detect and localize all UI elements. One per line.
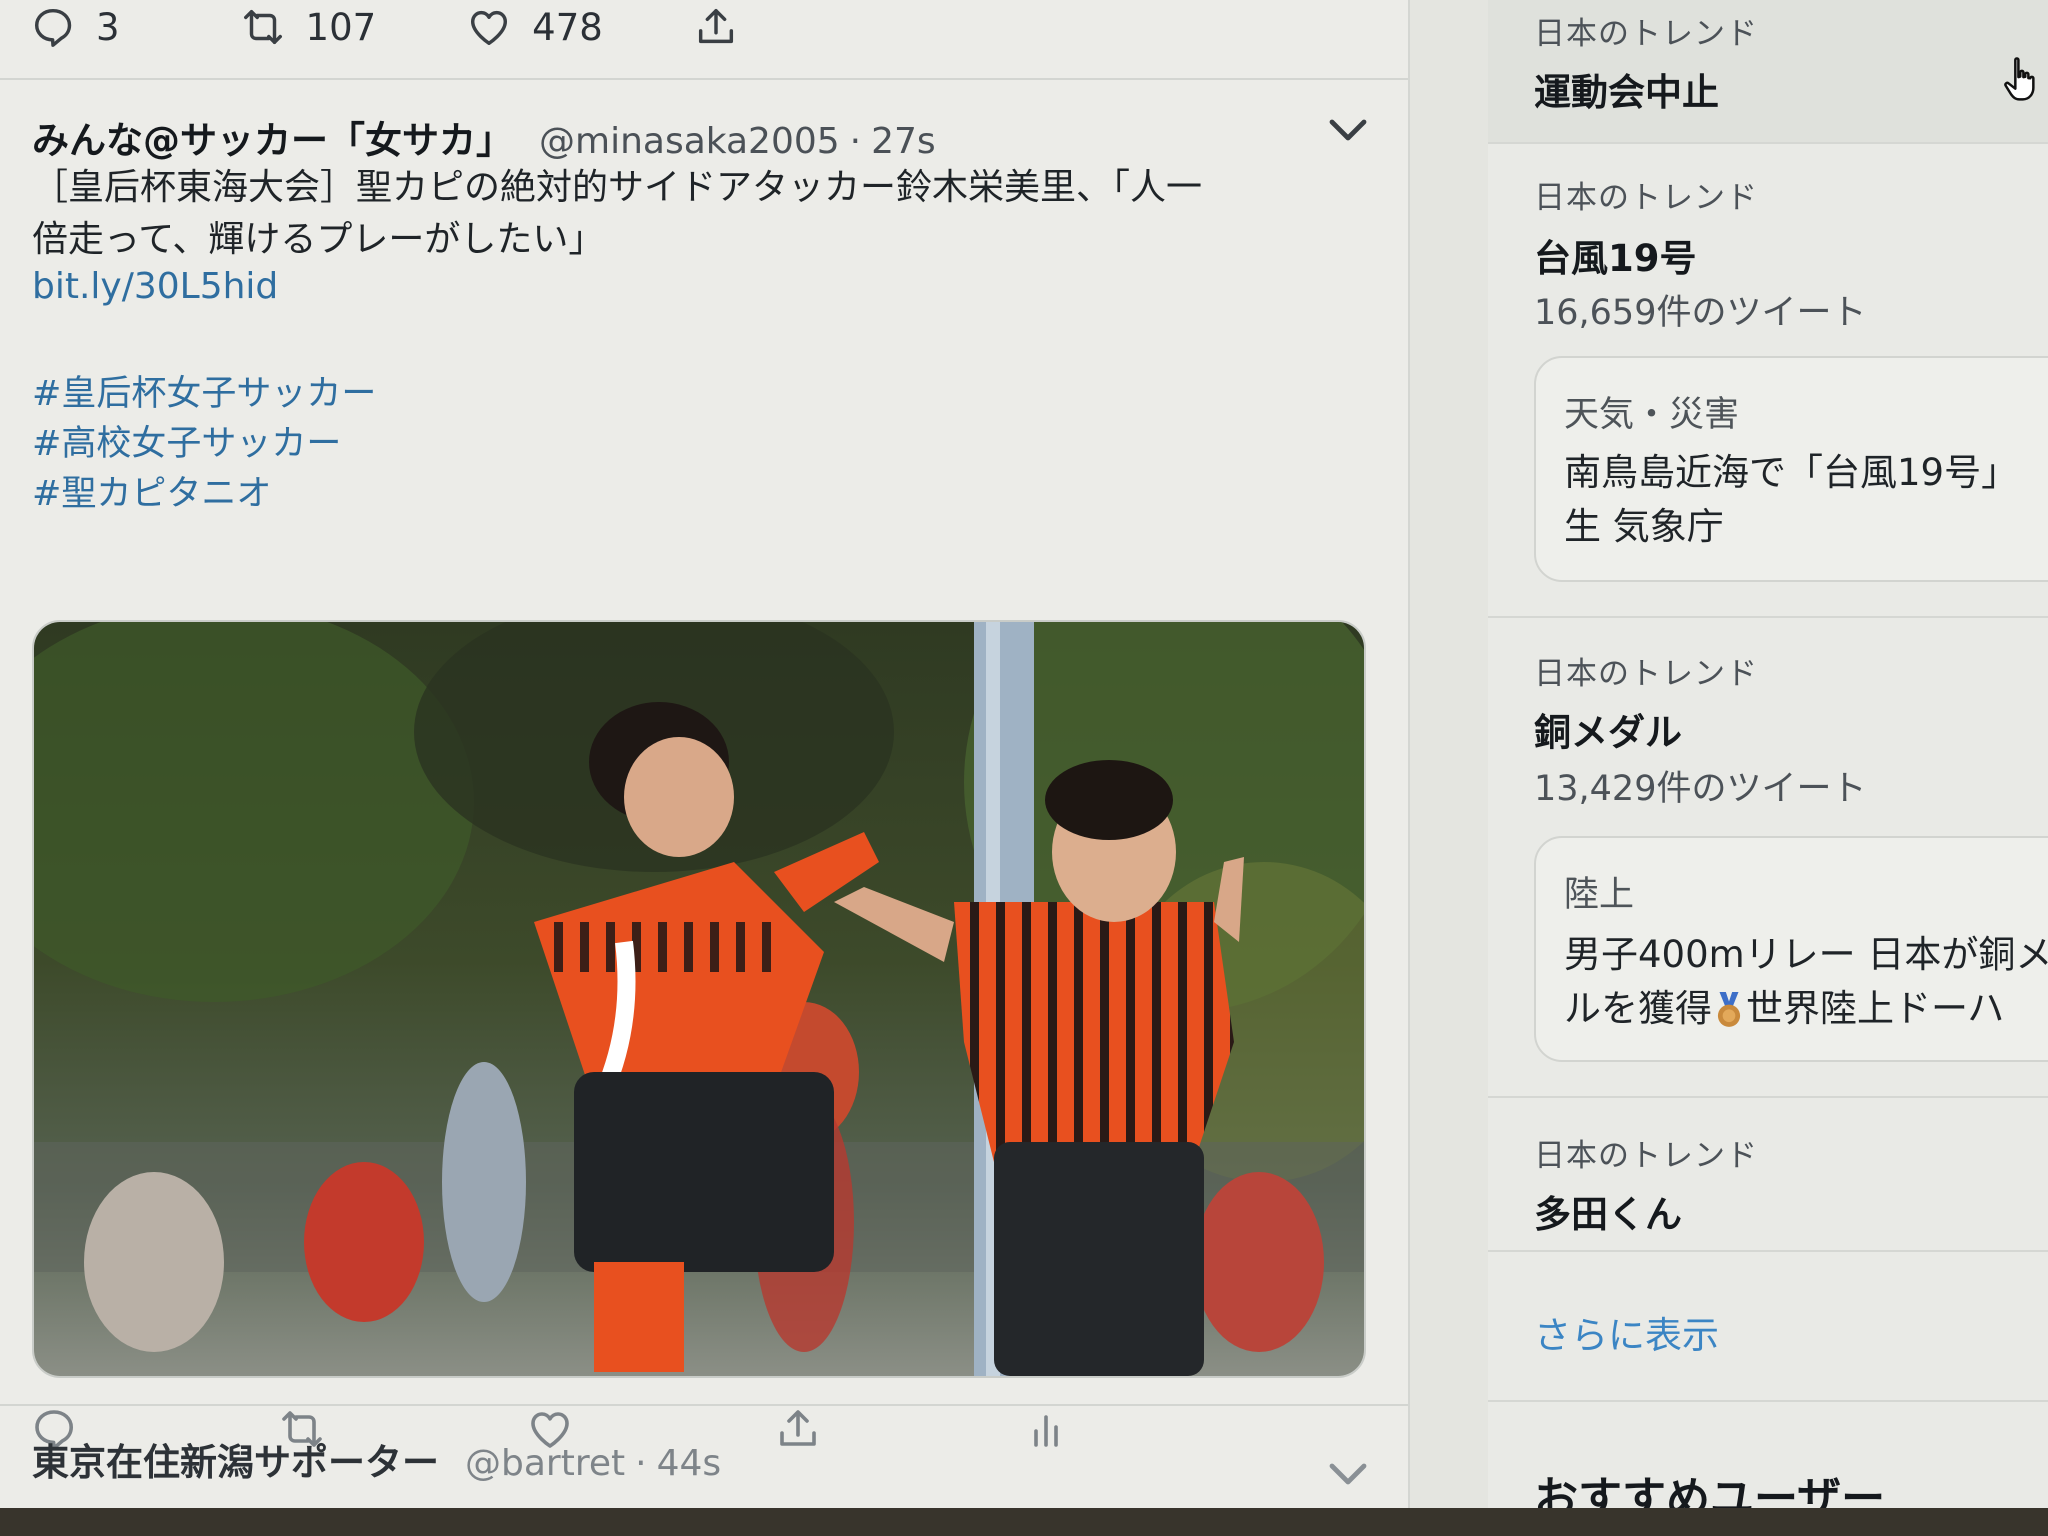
retweet-icon [243,9,282,45]
news-card[interactable]: 陸上 男子400mリレー 日本が銅メ ルを獲得 世界陸上ドーハ [1534,836,2048,1062]
trend-label: 日本のトレンド [1534,1138,1758,1174]
timeline-column: 3 107 478 みんな@サッカー「女サカ」 @minasaka2005 · … [0,0,1410,1536]
like-count: 478 [532,5,603,49]
meta-separator: · [635,1443,647,1484]
trend-label: 日本のトレンド [1534,656,1758,692]
bronze-medal-icon [1717,991,1741,1027]
tweet-text-line: ［皇后杯東海大会］聖カピの絶対的サイドアタッカー鈴木栄美里、「人一 [32,167,1203,208]
trend-tweet-count: 16,659件のツイート [1534,293,1867,333]
reply-count: 3 [96,5,120,49]
trend-label: 日本のトレンド [1534,180,1758,216]
tweet-header: みんな@サッカー「女サカ」 @minasaka2005 · 27s [32,110,936,164]
previous-tweet-actions: 3 107 478 [30,4,829,50]
like-icon [471,10,508,46]
screen-bezel [0,1508,2048,1536]
news-card[interactable]: 天気・災害 南鳥島近海で「台風19号」 生 気象庁 [1534,356,2048,582]
tweet-photo[interactable] [32,620,1366,1378]
retweet-count: 107 [305,5,377,49]
hashtag-link[interactable]: #聖カピタニオ [32,465,271,516]
trend-divider [1488,1250,2048,1252]
hashtag-link[interactable]: #高校女子サッカー [32,415,341,466]
chevron-down-icon[interactable] [1328,1460,1368,1488]
tweet-text: ［皇后杯東海大会］聖カピの絶対的サイドアタッカー鈴木栄美里、「人一 倍走って、輝… [32,162,1352,266]
trend-label: 日本のトレンド [1534,16,1758,52]
like-button[interactable]: 478 [466,4,603,50]
news-headline: 南鳥島近海で「台風19号」 [1564,451,2019,494]
section-divider [1488,1400,2048,1402]
trend-tweet-count: 13,429件のツイート [1534,769,1867,809]
trend-item[interactable]: 日本のトレンド 台風19号 16,659件のツイート 天気・災害 南鳥島近海で「… [1488,144,2048,614]
trend-item[interactable]: 日本のトレンド 多田くん [1488,1098,2048,1248]
trend-name: 銅メダル [1534,711,1682,754]
news-headline-part: 世界陸上ドーハ [1746,987,2005,1030]
share-button[interactable] [693,4,739,50]
trend-name: 台風19号 [1534,237,1697,280]
screen: 3 107 478 みんな@サッカー「女サカ」 @minasaka2005 · … [0,0,2048,1536]
trends-sidebar: 日本のトレンド 運動会中止 日本のトレンド 台風19号 16,659件のツイート… [1488,0,2048,1536]
tweet-link[interactable]: bit.ly/30L5hid [32,266,278,307]
tweet-timestamp[interactable]: 27s [871,121,936,162]
chevron-down-icon[interactable] [1328,116,1368,144]
news-category: 陸上 [1564,875,1635,915]
news-headline-part: ルを獲得 [1564,987,1712,1030]
tweet-text-line: 倍走って、輝けるプレーがしたい」 [32,219,605,260]
news-headline: 生 気象庁 [1564,505,1724,548]
meta-separator: · [849,121,862,162]
retweet-button[interactable]: 107 [240,4,377,50]
show-more-link[interactable]: さらに表示 [1534,1305,1719,1359]
analytics-button[interactable] [1022,1405,1070,1453]
tweet-author-name[interactable]: 東京在住新潟サポーター [32,1432,439,1486]
tweet-divider [0,78,1408,80]
hand-cursor-icon [2004,57,2035,101]
tweet-divider [0,1404,1408,1406]
tweet-author-handle[interactable]: @minasaka2005 [539,121,840,162]
tweet-author-handle[interactable]: @bartret [465,1443,625,1484]
analytics-icon [1034,1415,1058,1447]
soccer-photo-image [34,622,1364,1376]
tweet-author-name[interactable]: みんな@サッカー「女サカ」 [32,110,513,164]
trend-name: 運動会中止 [1534,71,1719,114]
share-icon [780,1410,816,1446]
share-icon [698,8,733,44]
news-category: 天気・災害 [1564,395,1740,435]
trend-item[interactable]: 日本のトレンド 運動会中止 [1488,0,2048,142]
hashtag-link[interactable]: #皇后杯女子サッカー [32,365,376,416]
next-tweet-header[interactable]: 東京在住新潟サポーター @bartret · 44s [32,1432,721,1486]
share-button[interactable] [774,1405,822,1453]
news-headline: ルを獲得 世界陸上ドーハ [1564,978,2004,1032]
tweet-timestamp[interactable]: 44s [657,1443,722,1484]
trend-name: 多田くん [1534,1193,1682,1236]
reply-button[interactable]: 3 [30,4,120,50]
trend-item[interactable]: 日本のトレンド 銅メダル 13,429件のツイート 陸上 男子400mリレー 日… [1488,618,2048,1094]
reply-icon [34,8,72,47]
news-headline: 男子400mリレー 日本が銅メ [1564,933,2048,976]
